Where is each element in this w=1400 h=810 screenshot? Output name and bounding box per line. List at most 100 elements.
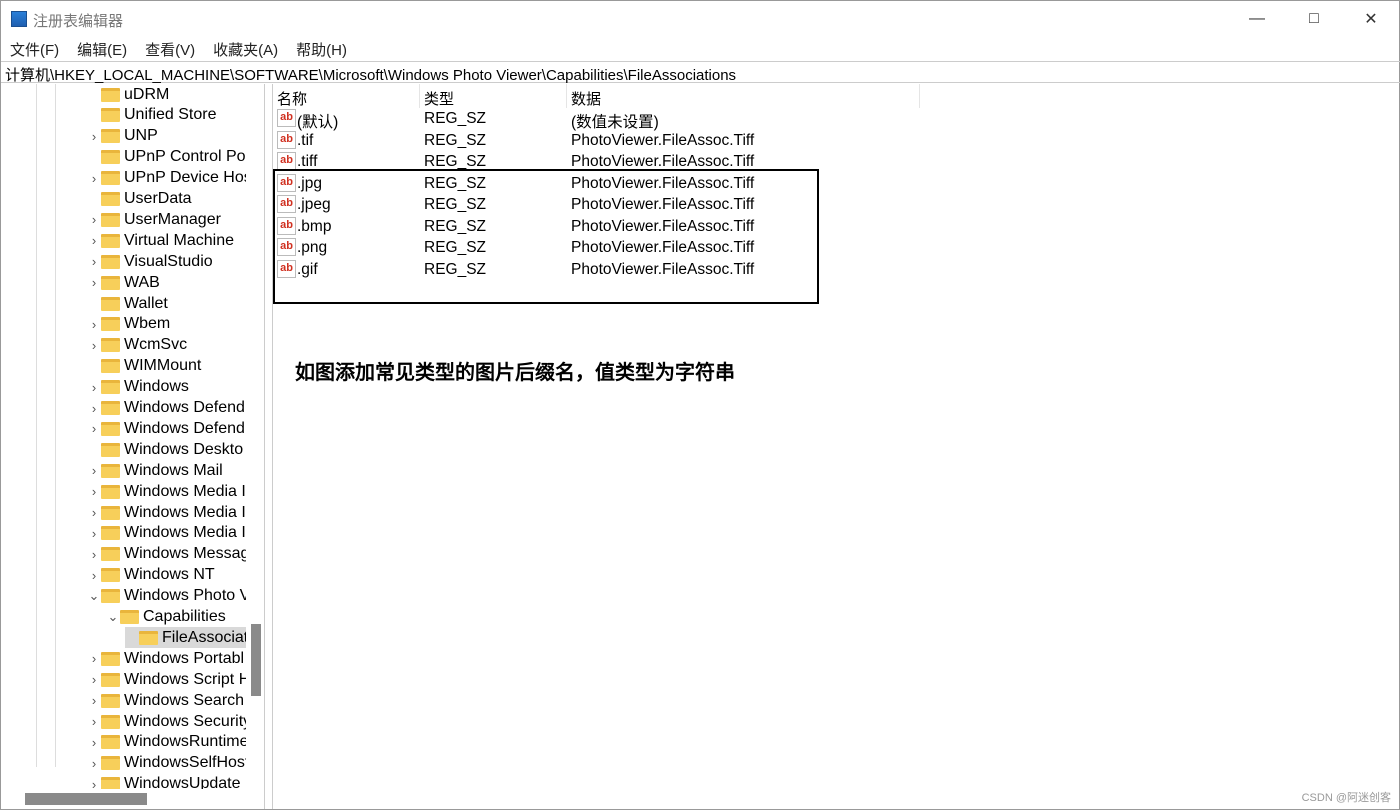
tree-node[interactable]: ⌄ Capabilities	[106, 607, 226, 628]
tree-node[interactable]: › UNP	[87, 126, 158, 147]
tree-horizontal-scrollbar[interactable]	[25, 793, 147, 805]
column-header-name[interactable]: 名称	[277, 88, 307, 109]
tree-node[interactable]: › Windows Defend	[87, 418, 245, 439]
close-icon[interactable]: ✕	[1343, 5, 1399, 33]
chevron-right-icon[interactable]: ›	[87, 421, 101, 436]
chevron-right-icon[interactable]: ›	[87, 777, 101, 789]
chevron-right-icon[interactable]: ›	[87, 547, 101, 562]
menu-edit[interactable]: 编辑(E)	[68, 37, 136, 61]
tree-node[interactable]: › WindowsSelfHost	[87, 753, 246, 774]
chevron-right-icon[interactable]: ›	[87, 651, 101, 666]
tree-node[interactable]: › Windows Security	[87, 711, 246, 732]
string-value-icon: ab	[277, 130, 296, 149]
chevron-right-icon[interactable]: ›	[87, 756, 101, 771]
tree-node[interactable]: Windows Deskto	[87, 439, 243, 460]
tree-node[interactable]: uDRM	[87, 84, 169, 105]
chevron-right-icon[interactable]: ›	[87, 338, 101, 353]
chevron-right-icon[interactable]: ›	[87, 735, 101, 750]
registry-editor-icon	[11, 11, 27, 27]
tree-node[interactable]: › Windows Mail	[87, 460, 223, 481]
chevron-right-icon[interactable]: ›	[87, 505, 101, 520]
tree-node[interactable]: › WcmSvc	[87, 335, 187, 356]
tree-node[interactable]: › UserManager	[87, 209, 221, 230]
menu-favorites[interactable]: 收藏夹(A)	[204, 37, 287, 61]
column-header-data[interactable]: 数据	[571, 88, 601, 109]
tree-node[interactable]: › UPnP Device Hos	[87, 168, 246, 189]
tree-node-label: Virtual Machine	[124, 231, 234, 249]
tree-node[interactable]: UPnP Control Po	[87, 147, 246, 168]
tree-node[interactable]: › Windows Media I	[87, 502, 246, 523]
chevron-right-icon[interactable]: ›	[87, 693, 101, 708]
tree-node-label: uDRM	[124, 85, 170, 103]
chevron-down-icon[interactable]: ⌄	[87, 588, 101, 604]
column-header-type[interactable]: 类型	[424, 88, 454, 109]
minimize-icon[interactable]: —	[1229, 5, 1285, 33]
tree-node[interactable]: › Windows	[87, 377, 189, 398]
folder-icon	[101, 484, 120, 499]
chevron-right-icon[interactable]: ›	[87, 129, 101, 144]
chevron-right-icon[interactable]: ›	[87, 233, 101, 248]
value-row[interactable]: ab .tif REG_SZ PhotoViewer.FileAssoc.Tiff	[273, 130, 973, 151]
tree-node[interactable]: › WAB	[87, 272, 160, 293]
folder-icon	[101, 442, 120, 457]
chevron-right-icon[interactable]: ›	[87, 254, 101, 269]
string-value-icon: ab	[277, 109, 296, 127]
tree-node[interactable]: › Wbem	[87, 314, 170, 335]
tree-node[interactable]: ⌄ Windows Photo V	[87, 586, 246, 607]
value-row[interactable]: ab (默认) REG_SZ (数值未设置)	[273, 108, 973, 131]
tree-node[interactable]: › Windows Media I	[87, 481, 246, 502]
maximize-icon[interactable]: □	[1286, 5, 1342, 33]
folder-icon	[101, 171, 120, 186]
tree-node-label: UNP	[124, 127, 158, 145]
chevron-right-icon[interactable]: ›	[87, 463, 101, 478]
menu-help[interactable]: 帮助(H)	[287, 37, 356, 61]
folder-icon	[101, 129, 120, 144]
tree-node[interactable]: › Windows Media I	[87, 523, 246, 544]
tree-node[interactable]: › WindowsRuntime	[87, 732, 246, 753]
chevron-right-icon[interactable]: ›	[87, 275, 101, 290]
chevron-right-icon[interactable]: ›	[87, 401, 101, 416]
chevron-right-icon[interactable]: ›	[87, 526, 101, 541]
tree-node-label: WindowsUpdate	[124, 775, 241, 789]
tree-node[interactable]: UserData	[87, 189, 192, 210]
chevron-right-icon[interactable]: ›	[87, 484, 101, 499]
folder-icon	[101, 777, 120, 789]
tree-node[interactable]: › Windows Script H	[87, 669, 246, 690]
folder-icon	[101, 463, 120, 478]
tree-node[interactable]: › Virtual Machine	[87, 230, 234, 251]
tree-node[interactable]: › Windows Portabl	[87, 648, 244, 669]
folder-icon	[101, 254, 120, 269]
tree-node[interactable]: › Windows Messag	[87, 544, 246, 565]
menu-view[interactable]: 查看(V)	[136, 37, 204, 61]
folder-icon	[139, 630, 158, 645]
tree-node[interactable]: › WindowsUpdate	[87, 774, 241, 789]
tree-node-label: UserManager	[124, 210, 221, 228]
folder-icon	[101, 672, 120, 687]
chevron-down-icon[interactable]: ⌄	[106, 609, 120, 625]
tree-node[interactable]: FileAssociat	[125, 627, 246, 649]
chevron-right-icon[interactable]: ›	[87, 568, 101, 583]
chevron-right-icon[interactable]: ›	[87, 171, 101, 186]
tree-node[interactable]: › Windows Search	[87, 690, 244, 711]
tree-node-label: Windows Media I	[124, 503, 246, 521]
chevron-right-icon[interactable]: ›	[87, 212, 101, 227]
tree-node[interactable]: Unified Store	[87, 105, 217, 126]
tree-node-label: Windows Media I	[124, 482, 246, 500]
chevron-right-icon[interactable]: ›	[87, 672, 101, 687]
tree-node[interactable]: › Windows NT	[87, 565, 215, 586]
address-bar[interactable]: 计算机\HKEY_LOCAL_MACHINE\SOFTWARE\Microsof…	[1, 61, 1400, 84]
tree-node-label: FileAssociat	[162, 628, 246, 646]
tree-node[interactable]: WIMMount	[87, 356, 201, 377]
folder-icon	[101, 233, 120, 248]
tree-node[interactable]: › Windows Defend	[87, 398, 245, 419]
menu-file[interactable]: 文件(F)	[1, 37, 68, 61]
chevron-right-icon[interactable]: ›	[87, 380, 101, 395]
string-value-icon: ab	[277, 152, 296, 170]
tree-node[interactable]: › VisualStudio	[87, 251, 213, 272]
chevron-right-icon[interactable]: ›	[87, 714, 101, 729]
chevron-right-icon[interactable]: ›	[87, 317, 101, 332]
tree-node[interactable]: Wallet	[87, 293, 168, 314]
tree-node-label: UPnP Device Hos	[124, 169, 246, 187]
tree-vertical-scrollbar[interactable]	[251, 624, 261, 696]
tree-node-label: Windows Search	[124, 691, 245, 709]
